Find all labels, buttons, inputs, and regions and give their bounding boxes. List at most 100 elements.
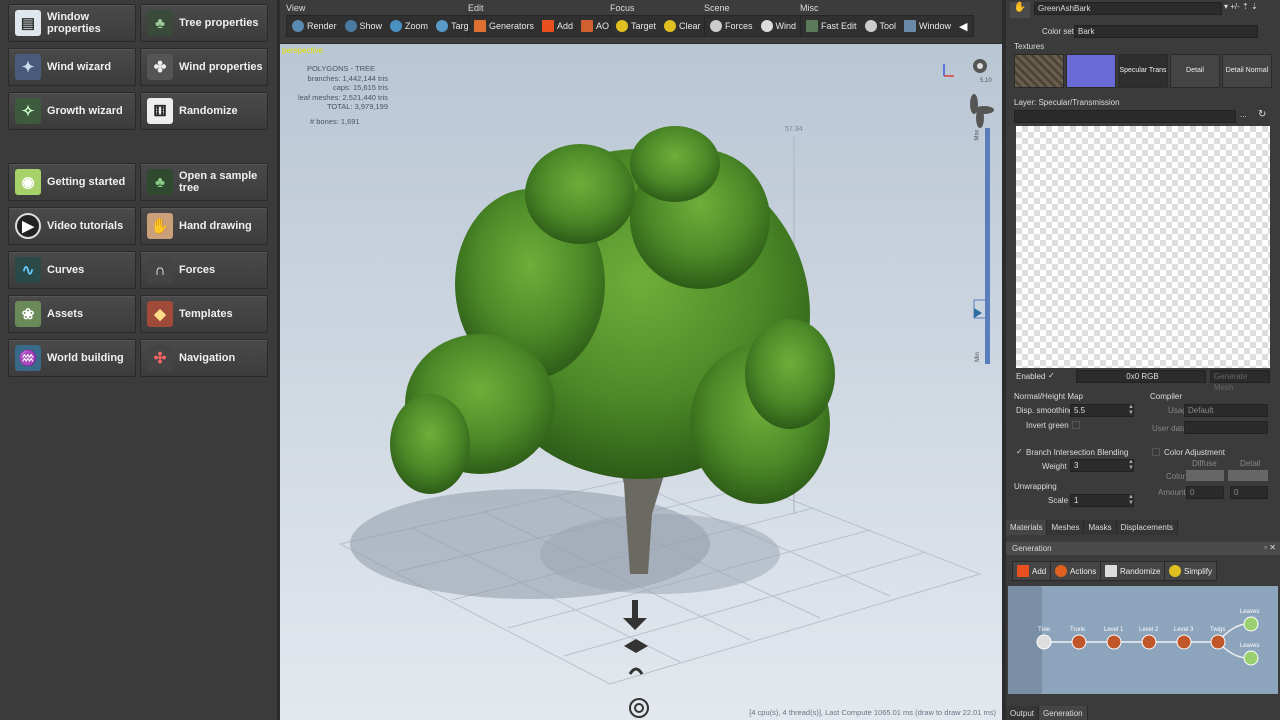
- wind-wizard-button[interactable]: ✦ Wind wizard: [8, 48, 136, 86]
- fast-edit-button[interactable]: Fast Edit: [802, 17, 861, 35]
- window-properties-button[interactable]: ▤ Window properties: [8, 4, 136, 42]
- clear-button[interactable]: Clear: [660, 17, 705, 35]
- wind-icon: [760, 20, 773, 32]
- node-level-2[interactable]: Level 2: [1139, 627, 1158, 633]
- color-adjustment-checkbox[interactable]: [1152, 448, 1160, 456]
- getting-started-button[interactable]: ◉ Getting started: [8, 163, 136, 201]
- navigation-icon: ✣: [147, 345, 173, 371]
- detail-amount-input[interactable]: 0: [1230, 486, 1268, 499]
- generation-randomize-button[interactable]: Randomize: [1100, 561, 1166, 581]
- tab-displacements[interactable]: Displacements: [1116, 520, 1179, 535]
- detail-color-swatch[interactable]: [1228, 470, 1268, 481]
- material-name-field[interactable]: GreenAshBark: [1034, 2, 1222, 15]
- tab-generation[interactable]: Generation: [1039, 706, 1088, 720]
- node-level-1[interactable]: Level 1: [1104, 627, 1123, 633]
- layer-path-field[interactable]: [1014, 110, 1236, 123]
- user-data-field[interactable]: [1184, 421, 1268, 434]
- enabled-checkbox[interactable]: ✓: [1048, 372, 1056, 380]
- tab-output[interactable]: Output: [1006, 706, 1040, 720]
- fast-edit-icon: [806, 20, 818, 32]
- open-sample-tree-button[interactable]: ♣ Open a sample tree: [140, 163, 268, 201]
- node-twigs[interactable]: Twigs: [1210, 627, 1225, 633]
- tree-properties-icon: ♣: [147, 10, 173, 36]
- weight-spinner[interactable]: ▲ ▼: [1128, 459, 1134, 471]
- arrow-left-icon: ◀: [959, 20, 968, 33]
- generation-graph[interactable]: Tree Trunk Level 1 Level 2 Level 3 Twigs…: [1008, 586, 1278, 694]
- growth-wizard-icon: ✧: [15, 98, 41, 124]
- diffuse-color-swatch[interactable]: [1186, 470, 1224, 481]
- scale-spinner[interactable]: ▲ ▼: [1128, 494, 1134, 506]
- toolbar-group-scene: Scene Forces Wind: [704, 3, 803, 37]
- sample-tree-icon: ♣: [147, 169, 173, 195]
- color-set-select[interactable]: Bark: [1074, 25, 1258, 38]
- bark-texture-thumb[interactable]: [1014, 54, 1064, 88]
- hand-tool-icon[interactable]: ✋: [1010, 2, 1030, 18]
- normal-texture-thumb[interactable]: [1066, 54, 1116, 88]
- window-button[interactable]: Window: [900, 17, 955, 35]
- toolbar-group-view: View Render Show Zoom Target: [286, 3, 483, 37]
- curves-button[interactable]: ∿ Curves: [8, 251, 136, 289]
- generation-add-button[interactable]: Add: [1012, 561, 1052, 581]
- show-button[interactable]: Show: [341, 17, 387, 35]
- invert-green-checkbox[interactable]: [1072, 421, 1080, 429]
- polygon-stats: POLYGONS - TREE branches: 1,442,144 tris…: [297, 64, 388, 111]
- axis-gizmo: [943, 64, 954, 77]
- node-leaves-2[interactable]: Leaves: [1240, 643, 1259, 649]
- 3d-viewport[interactable]: perspective POLYGONS - TREE branches: 1,…: [280, 44, 1002, 720]
- node-level-3[interactable]: Level 3: [1174, 627, 1193, 633]
- actions-button[interactable]: Actions: [1050, 561, 1102, 581]
- disp-smoothing-spinner[interactable]: ▲ ▼: [1128, 404, 1134, 416]
- tab-masks[interactable]: Masks: [1084, 520, 1117, 535]
- zoom-icon: [390, 20, 403, 32]
- render-icon: [292, 20, 304, 32]
- assets-button[interactable]: ❀ Assets: [8, 295, 136, 333]
- generate-mesh-button[interactable]: Generate Mesh: [1210, 370, 1270, 392]
- window-icon: [904, 20, 917, 32]
- back-arrow-button[interactable]: ◀: [955, 17, 971, 35]
- forces-toolbar-button[interactable]: Forces: [706, 17, 757, 35]
- refresh-icon[interactable]: ↻: [1258, 109, 1266, 120]
- wind-button[interactable]: Wind: [757, 17, 801, 35]
- tree-properties-button[interactable]: ♣ Tree properties: [140, 4, 268, 42]
- node-tree[interactable]: Tree: [1038, 627, 1050, 633]
- focus-target-button[interactable]: Target: [612, 17, 660, 35]
- node-trunk[interactable]: Trunk: [1070, 627, 1085, 633]
- add-button[interactable]: Add: [538, 17, 577, 35]
- zoom-button[interactable]: Zoom: [386, 17, 432, 35]
- growth-wizard-button[interactable]: ✧ Growth wizard: [8, 92, 136, 130]
- world-building-button[interactable]: ♒ World building: [8, 339, 136, 377]
- templates-icon: ◆: [147, 301, 173, 327]
- video-tutorials-button[interactable]: ▶ Video tutorials: [8, 207, 136, 245]
- slider-min-label: Min: [974, 352, 981, 362]
- browse-icon[interactable]: ...: [1240, 110, 1247, 119]
- panel-controls-icon[interactable]: ▫ ✕: [1264, 543, 1276, 552]
- perspective-label[interactable]: perspective: [282, 46, 323, 55]
- main-toolbar: View Render Show Zoom Target Edit Genera…: [280, 0, 1002, 44]
- scale-input[interactable]: 1: [1070, 494, 1134, 507]
- generation-header: Generation ▫ ✕: [1006, 542, 1280, 555]
- material-tools-icons[interactable]: ▾ +/- ⇡ ⇣: [1224, 2, 1258, 11]
- render-button[interactable]: Render: [288, 17, 341, 35]
- ao-button[interactable]: AO: [577, 17, 613, 35]
- hand-drawing-button[interactable]: ✋ Hand drawing: [140, 207, 268, 245]
- detail-button[interactable]: Detail: [1170, 54, 1220, 88]
- detail-normal-button[interactable]: Detail Normal: [1222, 54, 1272, 88]
- generators-button[interactable]: Generators: [470, 17, 538, 35]
- templates-button[interactable]: ◆ Templates: [140, 295, 268, 333]
- forces-button[interactable]: ∩ Forces: [140, 251, 268, 289]
- node-leaves-1[interactable]: Leaves: [1240, 609, 1259, 615]
- tool-button[interactable]: Tool: [861, 17, 901, 35]
- specular-trans-button[interactable]: Specular Trans: [1118, 54, 1168, 88]
- navigation-button[interactable]: ✣ Navigation: [140, 339, 268, 377]
- tab-materials[interactable]: Materials: [1006, 520, 1048, 535]
- weight-input[interactable]: 3: [1070, 459, 1134, 472]
- usage-select[interactable]: Default: [1184, 404, 1268, 417]
- randomize-button[interactable]: ⚅ Randomize: [140, 92, 268, 130]
- branch-blending-checkbox[interactable]: ✓: [1016, 448, 1024, 456]
- light-icon: [973, 59, 987, 73]
- disp-smoothing-input[interactable]: 5.5: [1070, 404, 1134, 417]
- simplify-button[interactable]: Simplify: [1164, 561, 1218, 581]
- wind-properties-button[interactable]: ✤ Wind properties: [140, 48, 268, 86]
- tab-meshes[interactable]: Meshes: [1047, 520, 1085, 535]
- diffuse-amount-input[interactable]: 0: [1186, 486, 1224, 499]
